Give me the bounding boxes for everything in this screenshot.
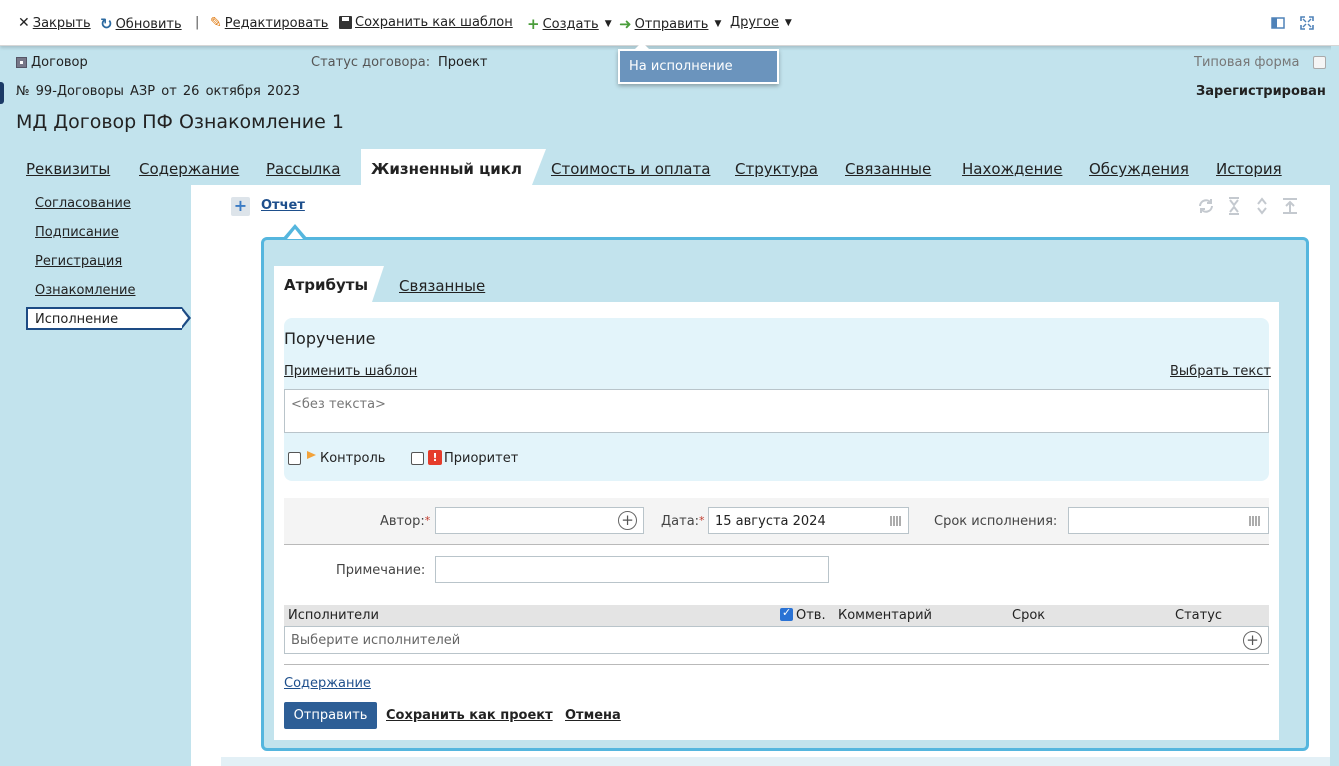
- deadline-field[interactable]: [1068, 507, 1269, 534]
- tab-content[interactable]: Содержание: [139, 149, 239, 185]
- responsible-column: Отв.: [796, 608, 826, 623]
- refresh-icon[interactable]: [1197, 197, 1215, 215]
- date-label: Дата:*: [661, 514, 705, 529]
- deadline-label: Срок исполнения:: [934, 514, 1058, 529]
- flag-icon: [307, 451, 316, 459]
- plus-icon: +: [527, 15, 540, 33]
- main-tabs: Реквизиты Содержание Рассылка Жизненный …: [16, 149, 1330, 185]
- add-executor-icon[interactable]: +: [1243, 631, 1262, 650]
- nav-registration[interactable]: Регистрация: [35, 254, 122, 269]
- refresh-icon: ↻: [100, 15, 113, 33]
- author-field[interactable]: [435, 507, 644, 534]
- caret-down-icon: ▼: [784, 17, 792, 28]
- apply-template-link[interactable]: Применить шаблон: [284, 364, 417, 379]
- close-icon: ✕: [18, 15, 30, 31]
- tab-cost[interactable]: Стоимость и оплата: [551, 149, 710, 185]
- tab-lifecycle[interactable]: Жизненный цикл: [361, 149, 546, 185]
- typical-form-label: Типовая форма: [1194, 55, 1300, 70]
- fullscreen-icon[interactable]: [1300, 16, 1314, 30]
- divider: [284, 664, 1269, 665]
- choose-text-link[interactable]: Выбрать текст: [1170, 364, 1271, 379]
- comment-column: Комментарий: [838, 608, 932, 623]
- deadline-column: Срок: [1012, 608, 1046, 623]
- subtab-related[interactable]: Связанные: [399, 277, 485, 295]
- tab-discussions[interactable]: Обсуждения: [1089, 149, 1189, 185]
- contract-number: № 99-Договоры АЗР от 26 октября 2023: [16, 84, 301, 99]
- move-top-icon[interactable]: [1282, 197, 1298, 215]
- status-column: Статус: [1175, 608, 1223, 623]
- page-title: МД Договор ПФ Ознакомление 1: [16, 111, 344, 133]
- tab-related[interactable]: Связанные: [845, 149, 931, 185]
- calendar-icon[interactable]: [890, 516, 902, 526]
- tab-structure[interactable]: Структура: [735, 149, 818, 185]
- date-field[interactable]: 15 августа 2024: [708, 507, 909, 534]
- author-label: Автор:*: [380, 514, 431, 529]
- report-link[interactable]: Отчет: [261, 198, 305, 213]
- send-menu-item-execution[interactable]: На исполнение: [618, 42, 779, 84]
- contents-link[interactable]: Содержание: [284, 676, 371, 691]
- control-label: Контроль: [320, 451, 386, 466]
- expand-icon[interactable]: [1255, 197, 1269, 215]
- lifecycle-nav: Согласование Подписание Регистрация Озна…: [16, 185, 191, 766]
- tab-mailing[interactable]: Рассылка: [266, 149, 340, 185]
- nav-signing[interactable]: Подписание: [35, 225, 119, 240]
- nav-approval[interactable]: Согласование: [35, 196, 131, 211]
- executors-column: Исполнители: [288, 608, 379, 623]
- save-template-button[interactable]: Сохранить как шаблон: [339, 15, 513, 30]
- scrollbar[interactable]: [1331, 46, 1339, 766]
- order-text-field[interactable]: <без текста>: [284, 389, 1269, 433]
- doc-type: Договор: [16, 55, 88, 70]
- save-icon: [339, 16, 352, 29]
- typical-form-checkbox[interactable]: [1313, 56, 1326, 69]
- create-button[interactable]: + Создать ▼: [527, 15, 612, 33]
- arrow-right-icon: ➜: [619, 15, 632, 33]
- panel-layout-icon[interactable]: [1271, 16, 1285, 30]
- edit-button[interactable]: ✎ Редактировать: [210, 15, 328, 31]
- priority-label: Приоритет: [444, 451, 519, 466]
- note-label: Примечание:: [336, 563, 426, 578]
- note-field[interactable]: [435, 556, 829, 583]
- calendar-icon[interactable]: [1249, 516, 1261, 526]
- document-icon: [16, 57, 27, 68]
- caret-down-icon: ▼: [714, 19, 722, 29]
- close-button[interactable]: ✕ Закрыть: [18, 15, 91, 31]
- order-title: Поручение: [284, 329, 376, 348]
- collapse-icon[interactable]: [1227, 197, 1241, 215]
- nav-execution[interactable]: Исполнение: [26, 307, 191, 330]
- send-button[interactable]: ➜ Отправить ▼: [619, 15, 721, 33]
- priority-checkbox[interactable]: [411, 452, 424, 465]
- next-section-strip: [221, 757, 1330, 766]
- tab-location[interactable]: Нахождение: [962, 149, 1062, 185]
- tab-history[interactable]: История: [1216, 149, 1282, 185]
- send-submit-button[interactable]: Отправить: [284, 702, 377, 729]
- tab-requisites[interactable]: Реквизиты: [26, 149, 110, 185]
- responsible-checkbox[interactable]: [780, 606, 793, 621]
- executors-input[interactable]: Выберите исполнителей: [284, 626, 1269, 654]
- toolbar-separator: |: [195, 15, 200, 30]
- card-pointer-inner: [287, 229, 303, 239]
- pencil-icon: ✎: [210, 15, 222, 31]
- caret-down-icon: ▼: [604, 19, 612, 29]
- other-button[interactable]: Другое ▼: [730, 15, 792, 30]
- subtab-attributes[interactable]: Атрибуты: [274, 266, 384, 302]
- status-label: Статус договора:: [311, 55, 431, 70]
- window-edge: [0, 82, 4, 104]
- add-author-icon[interactable]: +: [618, 511, 637, 530]
- add-report-button[interactable]: +: [231, 197, 250, 216]
- nav-acquaintance[interactable]: Ознакомление: [35, 283, 135, 298]
- toolbar: ✕ Закрыть ↻ Обновить | ✎ Редактировать С…: [0, 0, 1339, 46]
- control-checkbox[interactable]: [288, 452, 301, 465]
- priority-icon: !: [428, 450, 442, 465]
- registration-status: Зарегистрирован: [1196, 84, 1326, 99]
- status-value: Проект: [438, 55, 488, 70]
- cancel-button[interactable]: Отмена: [565, 708, 621, 723]
- refresh-button[interactable]: ↻ Обновить: [100, 15, 182, 33]
- executors-header: Исполнители Отв. Комментарий Срок Статус: [284, 605, 1269, 626]
- save-draft-button[interactable]: Сохранить как проект: [386, 708, 553, 723]
